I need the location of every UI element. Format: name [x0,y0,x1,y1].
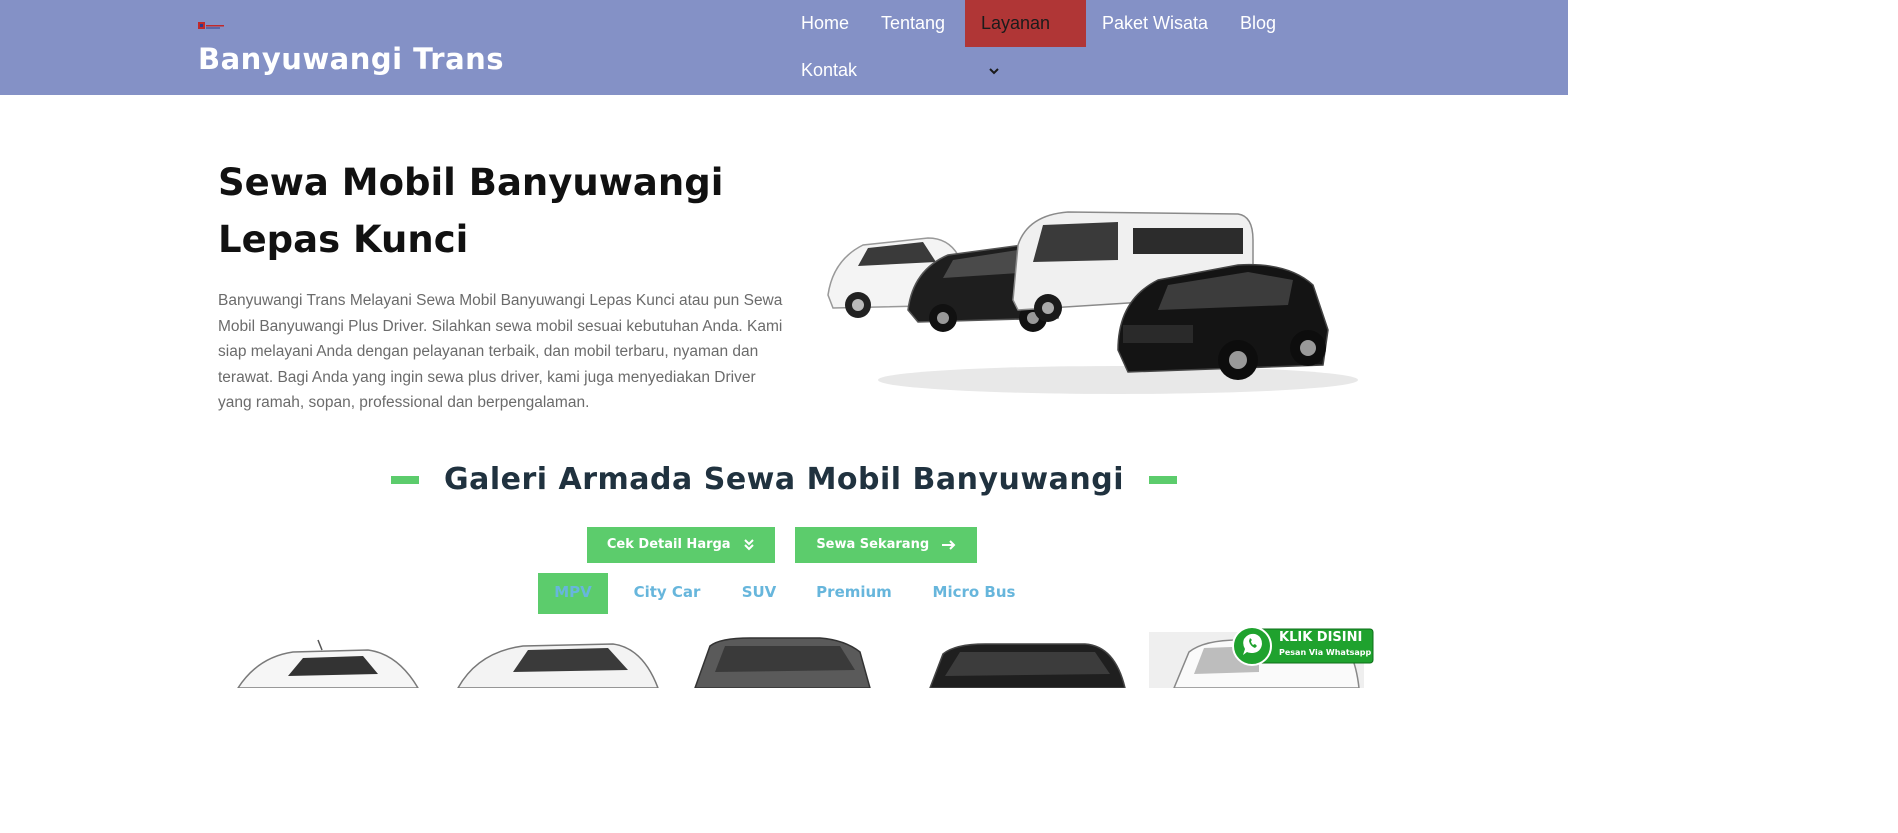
tab-premium[interactable]: Premium [808,573,900,614]
whatsapp-sublabel: Pesan Via Whatsapp [1279,648,1372,657]
brand-title[interactable]: Banyuwangi Trans [198,42,504,76]
tab-mpv[interactable]: MPV [538,573,608,614]
arrow-right-icon [941,539,956,550]
nav-tentang[interactable]: Tentang [881,0,945,47]
hero-description: Banyuwangi Trans Melayani Sewa Mobil Ban… [218,292,783,412]
tab-micro-bus[interactable]: Micro Bus [922,573,1026,614]
nav-blog[interactable]: Blog [1240,0,1276,47]
tab-city-car[interactable]: City Car [624,573,710,614]
site-header: Banyuwangi Trans Home Tentang Layanan Pa… [0,0,1568,95]
gallery-car-thumb[interactable] [690,632,875,688]
nav-layanan[interactable]: Layanan [965,0,1086,75]
nav-layanan-label: Layanan [981,13,1051,33]
logo-icon[interactable] [198,21,226,31]
nav-home[interactable]: Home [801,0,849,47]
gallery-car-thumb[interactable] [218,632,428,688]
nav-paket-wisata[interactable]: Paket Wisata [1102,0,1208,47]
sewa-sekarang-label: Sewa Sekarang [816,537,930,552]
gallery-heading: Galeri Armada Sewa Mobil Banyuwangi [0,462,1568,497]
heading-bar-right [1149,475,1178,484]
hero-title: Sewa Mobil Banyuwangi Lepas Kunci [218,154,798,268]
hero-title-line2: Lepas Kunci [218,218,469,261]
heading-bar-left [390,475,419,484]
nav-kontak[interactable]: Kontak [801,47,857,94]
cek-detail-harga-label: Cek Detail Harga [606,537,731,552]
tab-suv[interactable]: SUV [730,573,788,614]
whatsapp-float-button[interactable]: KLIK DISINI Pesan Via Whatsapp [1231,626,1374,666]
gallery-car-thumb[interactable] [925,632,1130,688]
whatsapp-label: KLIK DISINI [1279,630,1363,645]
chevron-down-icon [989,68,999,75]
gallery-car-thumb[interactable] [453,632,663,688]
sewa-sekarang-button[interactable]: Sewa Sekarang [795,527,977,563]
gallery-title: Galeri Armada Sewa Mobil Banyuwangi [444,462,1124,497]
double-chevron-down-icon [744,538,754,550]
cek-detail-harga-button[interactable]: Cek Detail Harga [587,527,775,563]
hero-cars-image [827,211,1358,394]
hero-title-line1: Sewa Mobil Banyuwangi [218,161,724,204]
